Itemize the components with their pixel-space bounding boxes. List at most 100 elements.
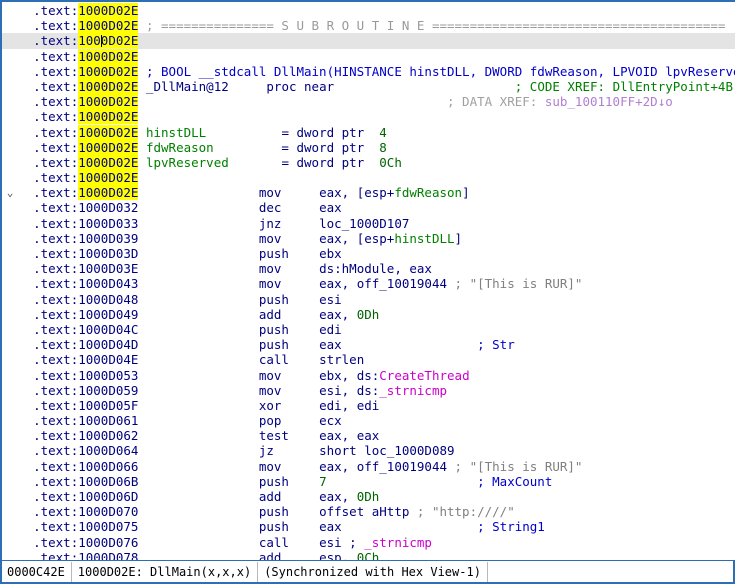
line-body: mov eax, off_10019044 ; "[This is RUR]" xyxy=(138,458,583,474)
instruction-line[interactable]: .text:1000D06B push 7 ; MaxCount xyxy=(2,474,735,489)
blank-line[interactable]: .text:1000D02E xyxy=(2,170,735,186)
blank-line[interactable]: .text:1000D02E xyxy=(2,109,735,125)
stack-variable-hinstDLL[interactable]: .text:1000D02E hinstDLL = dword ptr 4 xyxy=(2,124,735,140)
stack-var-name[interactable]: lpvReserved xyxy=(146,155,229,170)
instruction-line[interactable]: .text:1000D078 add esp, 0Ch xyxy=(2,550,735,560)
line-address: 1000D04D xyxy=(78,337,139,353)
instruction-mnemonic: mov xyxy=(138,185,320,201)
line-address: 1000D075 xyxy=(78,519,139,535)
line-body: push eax ; String1 xyxy=(138,519,545,534)
instruction-line[interactable]: .text:1000D048 push esi xyxy=(2,292,735,307)
segment-name: .text: xyxy=(33,170,79,186)
function-prototype[interactable]: .text:1000D02E ; BOOL __stdcall DllMain(… xyxy=(2,63,735,79)
instruction-line[interactable]: .text:1000D075 push eax ; String1 xyxy=(2,519,735,534)
instruction-line[interactable]: .text:1000D039 mov eax, [esp+hinstDLL] xyxy=(2,231,735,246)
line-gutter xyxy=(2,413,18,428)
instruction-line[interactable]: .text:1000D032 dec eax xyxy=(2,200,735,215)
line-address: 1000D02E xyxy=(78,94,139,110)
subroutine-separator[interactable]: .text:1000D02E ; =============== S U B R… xyxy=(2,18,735,34)
instruction-line[interactable]: .text:1000D06D add eax, 0Dh xyxy=(2,489,735,504)
segment-name: .text: xyxy=(33,291,79,307)
data-xref-line[interactable]: .text:1000D02E ; DATA XREF: sub_100110FF… xyxy=(2,94,735,110)
stack-variable-lpvReserved[interactable]: .text:1000D02E lpvReserved = dword ptr 0… xyxy=(2,154,735,170)
data-xref-link[interactable]: sub_100110FF+2D↓o xyxy=(545,94,673,109)
instruction-line[interactable]: .text:1000D05F xor edi, edi xyxy=(2,398,735,413)
operand-number: 0Dh xyxy=(356,306,380,322)
instruction-line[interactable]: .text:1000D062 test eax, eax xyxy=(2,428,735,443)
segment-name: .text: xyxy=(33,519,79,535)
line-address: 1000D049 xyxy=(78,306,139,322)
operand-api-name[interactable]: _strnicmp xyxy=(379,383,447,398)
instruction-mnemonic: mov xyxy=(138,276,320,292)
proc-name[interactable]: _DllMain@12 xyxy=(146,79,229,94)
operand-text: eax, eax xyxy=(319,428,380,444)
line-address: 1000D05F xyxy=(78,397,139,413)
operand-text: esp, xyxy=(319,549,357,560)
instruction-mnemonic: mov xyxy=(138,367,320,383)
segment-name: .text: xyxy=(33,261,79,277)
line-address: 1000D078 xyxy=(78,549,139,560)
segment-name: .text: xyxy=(33,352,79,368)
line-address: 1000D02E xyxy=(78,33,139,49)
line-body: mov eax, [esp+fdwReason] xyxy=(138,185,470,201)
instruction-line[interactable]: .text:1000D04C push edi xyxy=(2,322,735,337)
operand-text: strlen xyxy=(319,352,365,368)
status-sync-note: (Synchronized with Hex View-1) xyxy=(258,561,488,582)
instruction-mnemonic: add xyxy=(138,306,320,322)
operand-text: esi ; xyxy=(319,534,365,550)
instruction-line[interactable]: .text:1000D059 mov esi, ds:_strnicmp xyxy=(2,383,735,398)
instruction-line[interactable]: ⌄ .text:1000D02E mov eax, [esp+fdwReason… xyxy=(2,185,735,201)
operand-text: edi xyxy=(319,321,342,337)
segment-name: .text: xyxy=(33,246,79,261)
instruction-mnemonic: jz xyxy=(138,443,320,459)
line-address: 1000D02E xyxy=(78,78,139,94)
instruction-line[interactable]: .text:1000D04E call strlen xyxy=(2,352,735,367)
operand-api-name[interactable]: _strnicmp xyxy=(364,535,432,550)
code-listing[interactable]: .text:1000D02E .text:1000D02E ; ========… xyxy=(2,2,735,560)
operand-variable[interactable]: fdwReason xyxy=(394,185,462,200)
line-gutter xyxy=(2,94,18,109)
line-address: 1000D02E xyxy=(78,139,139,155)
line-address: 1000D062 xyxy=(78,428,139,444)
stack-variable-fdwReason[interactable]: .text:1000D02E fdwReason = dword ptr 8 xyxy=(2,139,735,155)
instruction-line[interactable]: .text:1000D033 jnz loc_1000D107 xyxy=(2,216,735,231)
instruction-line[interactable]: .text:1000D061 pop ecx xyxy=(2,413,735,428)
segment-name: .text: xyxy=(33,337,79,353)
line-gutter xyxy=(2,231,18,246)
line-gutter xyxy=(2,443,18,458)
instruction-line[interactable]: .text:1000D043 mov eax, off_10019044 ; "… xyxy=(2,276,735,291)
instruction-line[interactable]: .text:1000D070 push offset aHttp ; "http… xyxy=(2,504,735,519)
blank-line[interactable]: .text:1000D02E xyxy=(2,48,735,64)
line-gutter xyxy=(2,398,18,413)
operand-text: eax, [esp+ xyxy=(319,185,395,201)
instruction-line[interactable]: .text:1000D049 add eax, 0Dh xyxy=(2,307,735,322)
line-body: call strlen xyxy=(138,352,364,367)
cursor-line[interactable]: .text:1000D02E xyxy=(2,33,735,49)
instruction-line[interactable]: .text:1000D03E mov ds:hModule, eax xyxy=(2,261,735,276)
inline-comment: ; "[This is RUR]" xyxy=(447,458,583,474)
operand-api-name[interactable]: CreateThread xyxy=(379,368,469,383)
operand-text: edi, edi xyxy=(319,397,380,413)
segment-name: .text: xyxy=(33,33,79,49)
operand-number: 0Dh xyxy=(356,489,380,504)
line-gutter xyxy=(2,352,18,367)
status-file-offset: 0000C42E xyxy=(2,561,72,582)
line-gutter xyxy=(2,337,18,352)
instruction-line[interactable]: .text:1000D04D push eax ; Str xyxy=(2,337,735,352)
instruction-line[interactable]: .text:1000D066 mov eax, off_10019044 ; "… xyxy=(2,459,735,474)
blank-line[interactable]: .text:1000D02E xyxy=(2,3,735,18)
stack-var-equate: = dword ptr xyxy=(213,139,380,155)
line-gutter xyxy=(2,474,18,489)
instruction-line[interactable]: .text:1000D053 mov ebx, ds:CreateThread xyxy=(2,368,735,383)
disassembly-pane[interactable]: .text:1000D02E .text:1000D02E ; ========… xyxy=(0,0,735,560)
fold-collapse-icon[interactable]: ⌄ xyxy=(2,185,18,200)
line-address: 1000D04C xyxy=(78,321,139,337)
operand-variable[interactable]: hinstDLL xyxy=(394,231,454,246)
proc-declaration[interactable]: .text:1000D02E _DllMain@12 proc near ; C… xyxy=(2,78,735,94)
line-address: 1000D076 xyxy=(78,534,139,550)
instruction-line[interactable]: .text:1000D064 jz short loc_1000D089 xyxy=(2,443,735,458)
stack-var-name[interactable]: hinstDLL xyxy=(146,125,206,140)
instruction-line[interactable]: .text:1000D03D push ebx xyxy=(2,246,735,261)
instruction-line[interactable]: .text:1000D076 call esi ; _strnicmp xyxy=(2,535,735,550)
stack-var-name[interactable]: fdwReason xyxy=(146,140,214,155)
